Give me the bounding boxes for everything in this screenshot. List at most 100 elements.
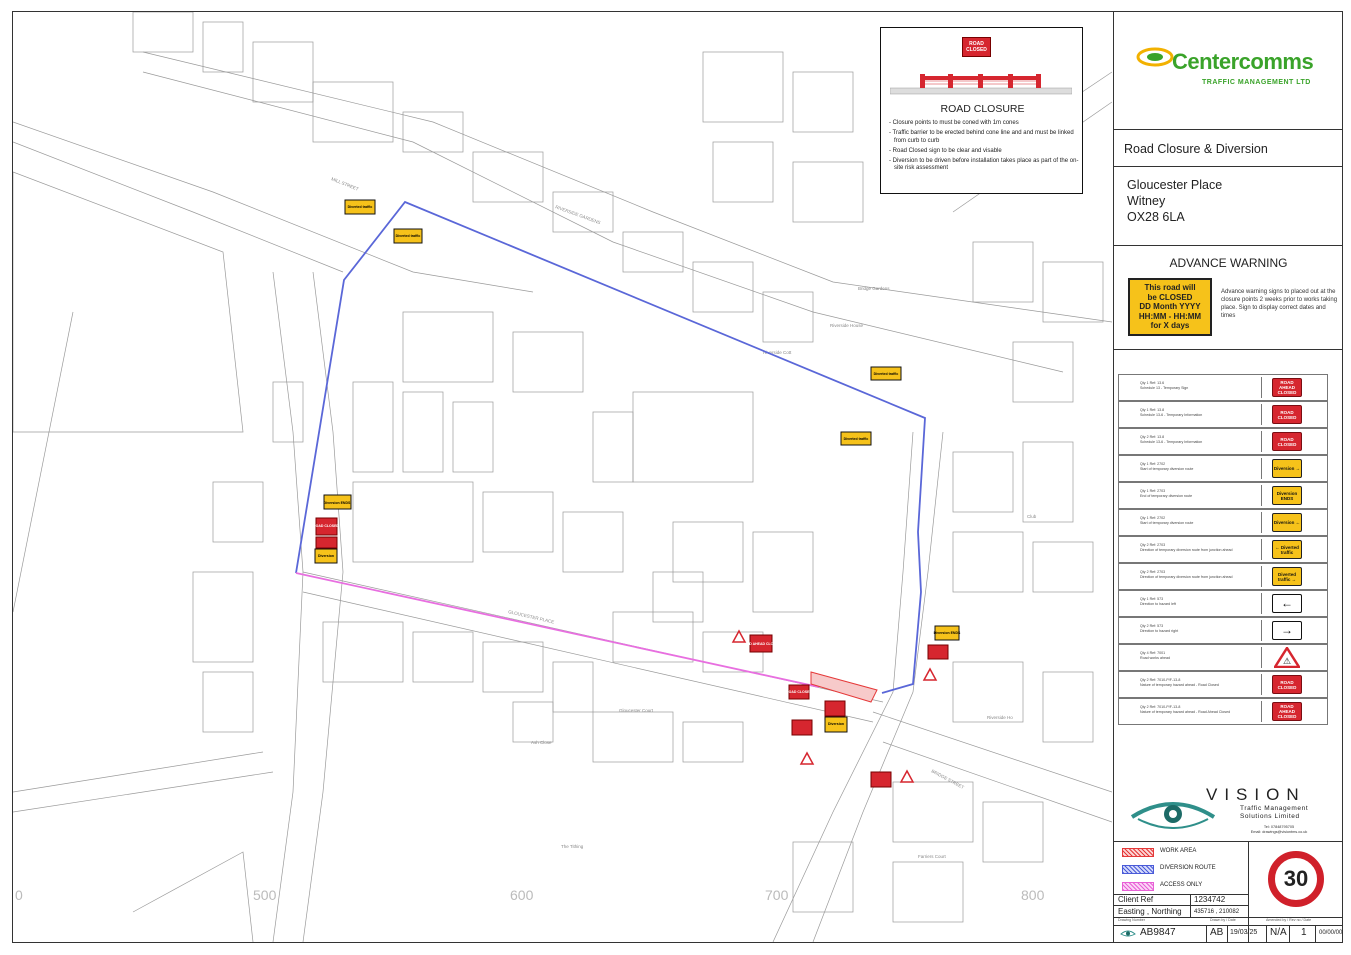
- street-label: The Tithing: [561, 844, 584, 849]
- schedule-sign: ROAD CLOSED: [1272, 432, 1302, 451]
- legend-swatch-work-area: [1122, 848, 1154, 857]
- schedule-sign-cell: ROAD AHEAD CLOSED: [1261, 377, 1302, 398]
- schedule-row: Qty 2 Ref: 7010-P/F-13-8 Nature of tempo…: [1118, 671, 1328, 698]
- schedule-sign-cell: ROAD CLOSED: [1261, 404, 1302, 425]
- divider: [1266, 925, 1267, 942]
- divider: [1114, 905, 1248, 906]
- sign-road-closed: ROAD CLOSED: [786, 690, 812, 694]
- legend-item: WORK AREA: [1122, 847, 1232, 857]
- road-closed-sign: ROAD CLOSED: [962, 37, 991, 57]
- speed-limit-sign: 30: [1268, 851, 1324, 907]
- street-label: Gloucester Court: [619, 708, 654, 713]
- schedule-desc: Qty 2 Ref: 2703 Direction of temporary d…: [1140, 543, 1233, 552]
- schedule-desc: Qty 2 Ref: 573 Direction to hazard right: [1140, 624, 1179, 633]
- easting-northing: 435716 , 210082: [1194, 909, 1240, 915]
- schedule-row: Qty 1 Ref: 573 Direction to hazard left ←: [1118, 590, 1328, 617]
- street-label: Ash Close: [531, 740, 552, 745]
- sign-diversion-ends: Diversion ENDS: [324, 501, 351, 505]
- schedule-desc: Qty 1 Ref: 2703 End of temporary diversi…: [1140, 489, 1193, 498]
- amended-label: Amended by / Rev no / Date: [1266, 918, 1312, 922]
- address-line: OX28 6LA: [1127, 210, 1185, 224]
- grid-label: 500: [253, 887, 277, 903]
- barrier-diagram: [890, 74, 1072, 95]
- sign-line: This road will: [1144, 283, 1196, 292]
- schedule-sign: ROAD AHEAD CLOSED: [1272, 378, 1302, 397]
- schedule-sign: Diverted traffic →: [1272, 567, 1302, 586]
- schedule-desc: Qty 1 Ref: 13.6 Schedule 13 - Temporary …: [1140, 381, 1189, 390]
- title-panel: Centercomms TRAFFIC MANAGEMENT LTD Road …: [1113, 12, 1343, 942]
- schedule-sign-cell: Diversion →: [1261, 458, 1302, 479]
- divider: [1114, 925, 1343, 926]
- revision-date: 00/00/00: [1319, 930, 1343, 936]
- address-section: Gloucester Place Witney OX28 6LA: [1114, 167, 1343, 246]
- schedule-row: Qty 1 Ref: 2702 Start of temporary diver…: [1118, 509, 1328, 536]
- schedule-row: Qty 2 Ref: 7010-P/F-13-8 Nature of tempo…: [1118, 698, 1328, 725]
- schedule-row: Qty 2 Ref: 2703 Direction of temporary d…: [1118, 563, 1328, 590]
- schedule-sign-cell: Diverted traffic →: [1261, 566, 1302, 587]
- schedule-desc: Qty 1 Ref: 13.8 Schedule 13-6 - Temporar…: [1140, 408, 1203, 417]
- grid-label: 800: [1021, 887, 1045, 903]
- road-closure-title: ROAD CLOSURE: [940, 103, 1025, 115]
- schedule-desc: Qty 2 Ref: 7010-P/F-13-8 Nature of tempo…: [1140, 705, 1231, 714]
- vision-name: VISION: [1206, 785, 1306, 804]
- schedule-sign: ROAD AHEAD CLOSED: [1272, 702, 1302, 721]
- note: - Closure points to must be coned with 1…: [889, 120, 1019, 126]
- drawing-number: AB9847: [1140, 927, 1176, 938]
- address-line: Witney: [1127, 194, 1166, 208]
- street-label: Bridge Gardens: [858, 286, 890, 291]
- divider: [1227, 925, 1228, 942]
- schedule-row: Qty 1 Ref: 2703 End of temporary diversi…: [1118, 482, 1328, 509]
- legend-label: DIVERSION ROUTE: [1160, 865, 1216, 871]
- vision-small-eye-icon: [1120, 930, 1136, 937]
- schedule-desc: Qty 1 Ref: 573 Direction to hazard left: [1140, 597, 1176, 606]
- schedule-sign: Diversion ←: [1272, 513, 1302, 532]
- divider: [1289, 925, 1290, 942]
- divider: [1315, 925, 1316, 942]
- schedule-sign: Diversion ENDS: [1272, 486, 1302, 505]
- divider: [1190, 894, 1191, 917]
- project-title: Road Closure & Diversion: [1124, 142, 1268, 156]
- sign-diverted-traffic: Diverted traffic: [874, 372, 899, 376]
- schedule-row: Qty 1 Ref: 13.6 Schedule 13 - Temporary …: [1118, 374, 1328, 401]
- sign-line: be CLOSED: [1147, 292, 1193, 302]
- divider: [1248, 841, 1249, 942]
- schedule-sign: →: [1272, 621, 1302, 640]
- sign-diverted-traffic: Diverted traffic: [396, 234, 421, 238]
- centercomms-logo-icon: [1136, 47, 1174, 67]
- advance-warning-sign: This road will be CLOSED DD Month YYYY H…: [1128, 278, 1212, 336]
- sign-road-ahead-closed: ROAD AHEAD CLOSED: [741, 642, 781, 646]
- company-logo-section: Centercomms TRAFFIC MANAGEMENT LTD: [1114, 12, 1343, 130]
- sign-road-closed: ROAD CLOSED: [313, 524, 339, 528]
- schedule-desc: Qty 2 Ref: 7010-P/F-13-8 Nature of tempo…: [1140, 678, 1219, 687]
- schedule-sign-cell: ⚠: [1261, 647, 1302, 668]
- schedule-row: Qty 1 Ref: 13.8 Schedule 13-6 - Temporar…: [1118, 401, 1328, 428]
- legend-swatch-diversion: [1122, 865, 1154, 874]
- drawing-number-label: Drawing Number: [1118, 918, 1145, 922]
- vision-contact: Tel: 07848795705 Email: drawings@visiont…: [1219, 825, 1339, 835]
- schedule-desc: Qty 4 Ref: 7001 Road works ahead: [1140, 651, 1170, 660]
- schedule-sign: ROAD CLOSED: [1272, 675, 1302, 694]
- schedule-row: Qty 2 Ref: 13.8 Schedule 13-6 - Temporar…: [1118, 428, 1328, 455]
- advance-warning-title: ADVANCE WARNING: [1169, 256, 1288, 270]
- grid-label: 600: [510, 887, 534, 903]
- schedule-sign: ROAD CLOSED: [1272, 405, 1302, 424]
- note: - Traffic barrier to be erected behind c…: [889, 130, 1074, 144]
- sign-line: for X days: [1150, 321, 1190, 330]
- street-label: Riverside Ho: [987, 715, 1013, 720]
- client-ref: 1234742: [1194, 895, 1226, 904]
- advance-warning-note: Advance warning signs to placed out at t…: [1221, 289, 1338, 319]
- advance-warning-section: ADVANCE WARNING This road will be CLOSED…: [1114, 246, 1343, 350]
- schedule-sign-cell: ROAD CLOSED: [1261, 431, 1302, 452]
- legend-item: ACCESS ONLY: [1122, 881, 1232, 891]
- schedule-row: Qty 4 Ref: 7001 Road works ahead ⚠: [1118, 644, 1328, 671]
- schedule-row: Qty 1 Ref: 2702 Start of temporary diver…: [1118, 455, 1328, 482]
- road-closure-detail: ROAD CLOSED ROAD CLOSURE - Closure point…: [880, 27, 1083, 194]
- divider: [1206, 925, 1207, 942]
- client-ref-label: Client Ref: [1118, 895, 1154, 904]
- schedule-sign-cell: ← Diverted traffic: [1261, 539, 1302, 560]
- note: - Diversion to be driven before installa…: [889, 157, 1079, 172]
- street-label: Riverside House: [830, 323, 864, 328]
- sign-diversion-ends: Diversion ENDS: [934, 631, 961, 635]
- drawn-by: AB: [1210, 927, 1224, 938]
- sign-diversion: Diversion: [318, 554, 334, 558]
